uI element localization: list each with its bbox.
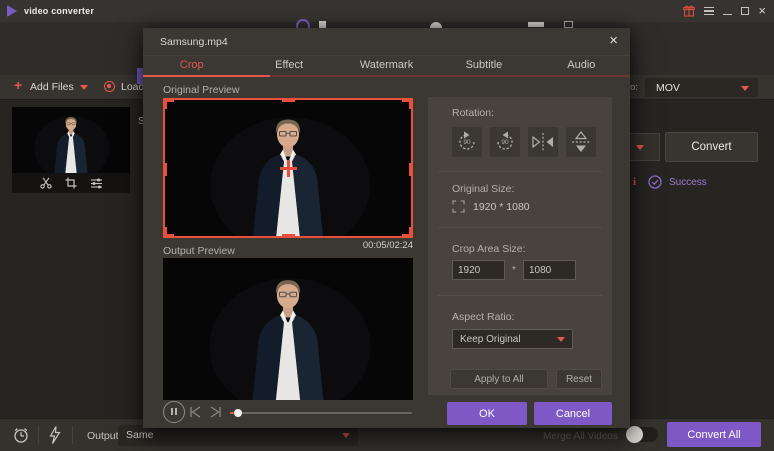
playback-slider[interactable] (230, 409, 412, 417)
trim-icon[interactable] (39, 177, 52, 189)
divider (72, 426, 73, 444)
effects-icon[interactable] (90, 178, 103, 189)
divider (438, 295, 602, 296)
flip-horizontal-button[interactable] (528, 127, 558, 157)
aspect-ratio-value: Keep Original (460, 334, 521, 345)
thumbnail-toolbar (12, 173, 130, 193)
crop-height-input[interactable] (523, 260, 576, 280)
schedule-icon[interactable] (12, 426, 30, 444)
success-check-icon (648, 175, 662, 189)
add-files-plus-icon: + (14, 77, 23, 93)
add-files-button[interactable]: Add Files (30, 81, 74, 93)
crop-selection-overlay[interactable] (163, 98, 413, 238)
original-size-label: Original Size: (452, 183, 515, 195)
merge-all-toggle[interactable] (626, 426, 658, 443)
crop-settings-panel: Rotation: 90 90 Original Size: 1920 * 10… (428, 97, 612, 395)
aspect-ratio-label: Aspect Ratio: (452, 311, 515, 323)
pause-button[interactable] (163, 401, 185, 423)
minimize-button[interactable] (723, 13, 733, 16)
row-format-caret-icon (636, 144, 644, 150)
divider (438, 171, 602, 172)
original-size-value: 1920 * 1080 (473, 201, 530, 213)
reset-button[interactable]: Reset (556, 369, 602, 389)
cancel-button[interactable]: Cancel (534, 402, 612, 425)
output-preview (163, 258, 413, 400)
output-path-select[interactable]: Same (118, 425, 358, 446)
prev-frame-button[interactable] (189, 406, 202, 418)
flip-vertical-button[interactable] (566, 127, 596, 157)
tab-audio[interactable]: Audio (533, 56, 630, 75)
video-thumbnail (12, 107, 130, 173)
highspeed-icon[interactable] (48, 426, 62, 444)
nav-burn-icon (319, 21, 326, 28)
tab-watermark[interactable]: Watermark (338, 56, 435, 75)
titlebar: video converter × (0, 0, 774, 22)
format-caret-icon (741, 86, 749, 91)
ok-button[interactable]: OK (447, 402, 527, 425)
window-close-button[interactable]: × (758, 4, 766, 17)
maximize-button[interactable] (741, 7, 750, 15)
dialog-tabs: Crop Effect Watermark Subtitle Audio (143, 56, 630, 75)
slider-thumb[interactable] (234, 409, 242, 417)
dialog-close-button[interactable]: × (609, 33, 618, 49)
rotate-right-button[interactable]: 90 (490, 127, 520, 157)
next-frame-button[interactable] (209, 406, 222, 418)
output-path-value: Same (126, 429, 154, 441)
dialog-title: Samsung.mp4 (160, 36, 228, 48)
menu-icon[interactable] (704, 7, 715, 15)
app-logo-icon (7, 5, 17, 17)
size-separator: * (512, 265, 516, 276)
load-dvd-icon (104, 81, 115, 92)
output-label: Output (87, 430, 119, 442)
divider (38, 426, 39, 444)
tab-effect[interactable]: Effect (240, 56, 337, 75)
original-preview (163, 98, 413, 238)
output-caret-icon (342, 433, 350, 438)
toggle-knob (626, 426, 643, 443)
time-display: 00:05/02:24 (362, 240, 413, 251)
crop-area-label: Crop Area Size: (452, 243, 526, 255)
gift-icon[interactable] (683, 5, 696, 17)
nav-transfer-icon (528, 22, 544, 27)
flip-vertical-icon (572, 131, 590, 152)
video-thumbnail-card[interactable] (12, 107, 130, 193)
aspect-ratio-select[interactable]: Keep Original (452, 329, 573, 349)
divider (438, 227, 602, 228)
rotate-left-button[interactable]: 90 (452, 127, 482, 157)
original-preview-label: Original Preview (163, 84, 240, 96)
status-badge: Success (648, 175, 707, 189)
nav-toolbox-icon (564, 21, 573, 28)
dimensions-icon (452, 200, 465, 213)
info-icon[interactable]: i (633, 176, 636, 188)
app-title: video converter (24, 6, 95, 16)
apply-to-all-button[interactable]: Apply to All (450, 369, 548, 389)
edit-dialog: Samsung.mp4 × Crop Effect Watermark Subt… (143, 28, 630, 428)
crop-width-input[interactable] (452, 260, 505, 280)
crop-icon[interactable] (65, 177, 77, 189)
active-tab-underline (143, 75, 270, 77)
merge-all-label: Merge All Videos (543, 431, 618, 442)
output-preview-label: Output Preview (163, 245, 235, 257)
tab-subtitle[interactable]: Subtitle (435, 56, 532, 75)
add-files-caret-icon[interactable] (80, 85, 88, 90)
nav-convert-icon (296, 19, 312, 28)
convert-all-button[interactable]: Convert All (667, 422, 761, 447)
success-label: Success (669, 176, 707, 188)
rotation-label: Rotation: (452, 107, 495, 119)
app-window: video converter × + Add Files Load to: M… (0, 0, 774, 451)
aspect-caret-icon (557, 337, 565, 342)
convert-button[interactable]: Convert (665, 132, 758, 162)
dialog-titlebar: Samsung.mp4 × (143, 28, 630, 56)
output-format-select[interactable]: MOV (645, 78, 758, 97)
tab-crop[interactable]: Crop (143, 56, 240, 75)
output-format-value: MOV (656, 82, 680, 94)
flip-horizontal-icon (532, 133, 553, 151)
